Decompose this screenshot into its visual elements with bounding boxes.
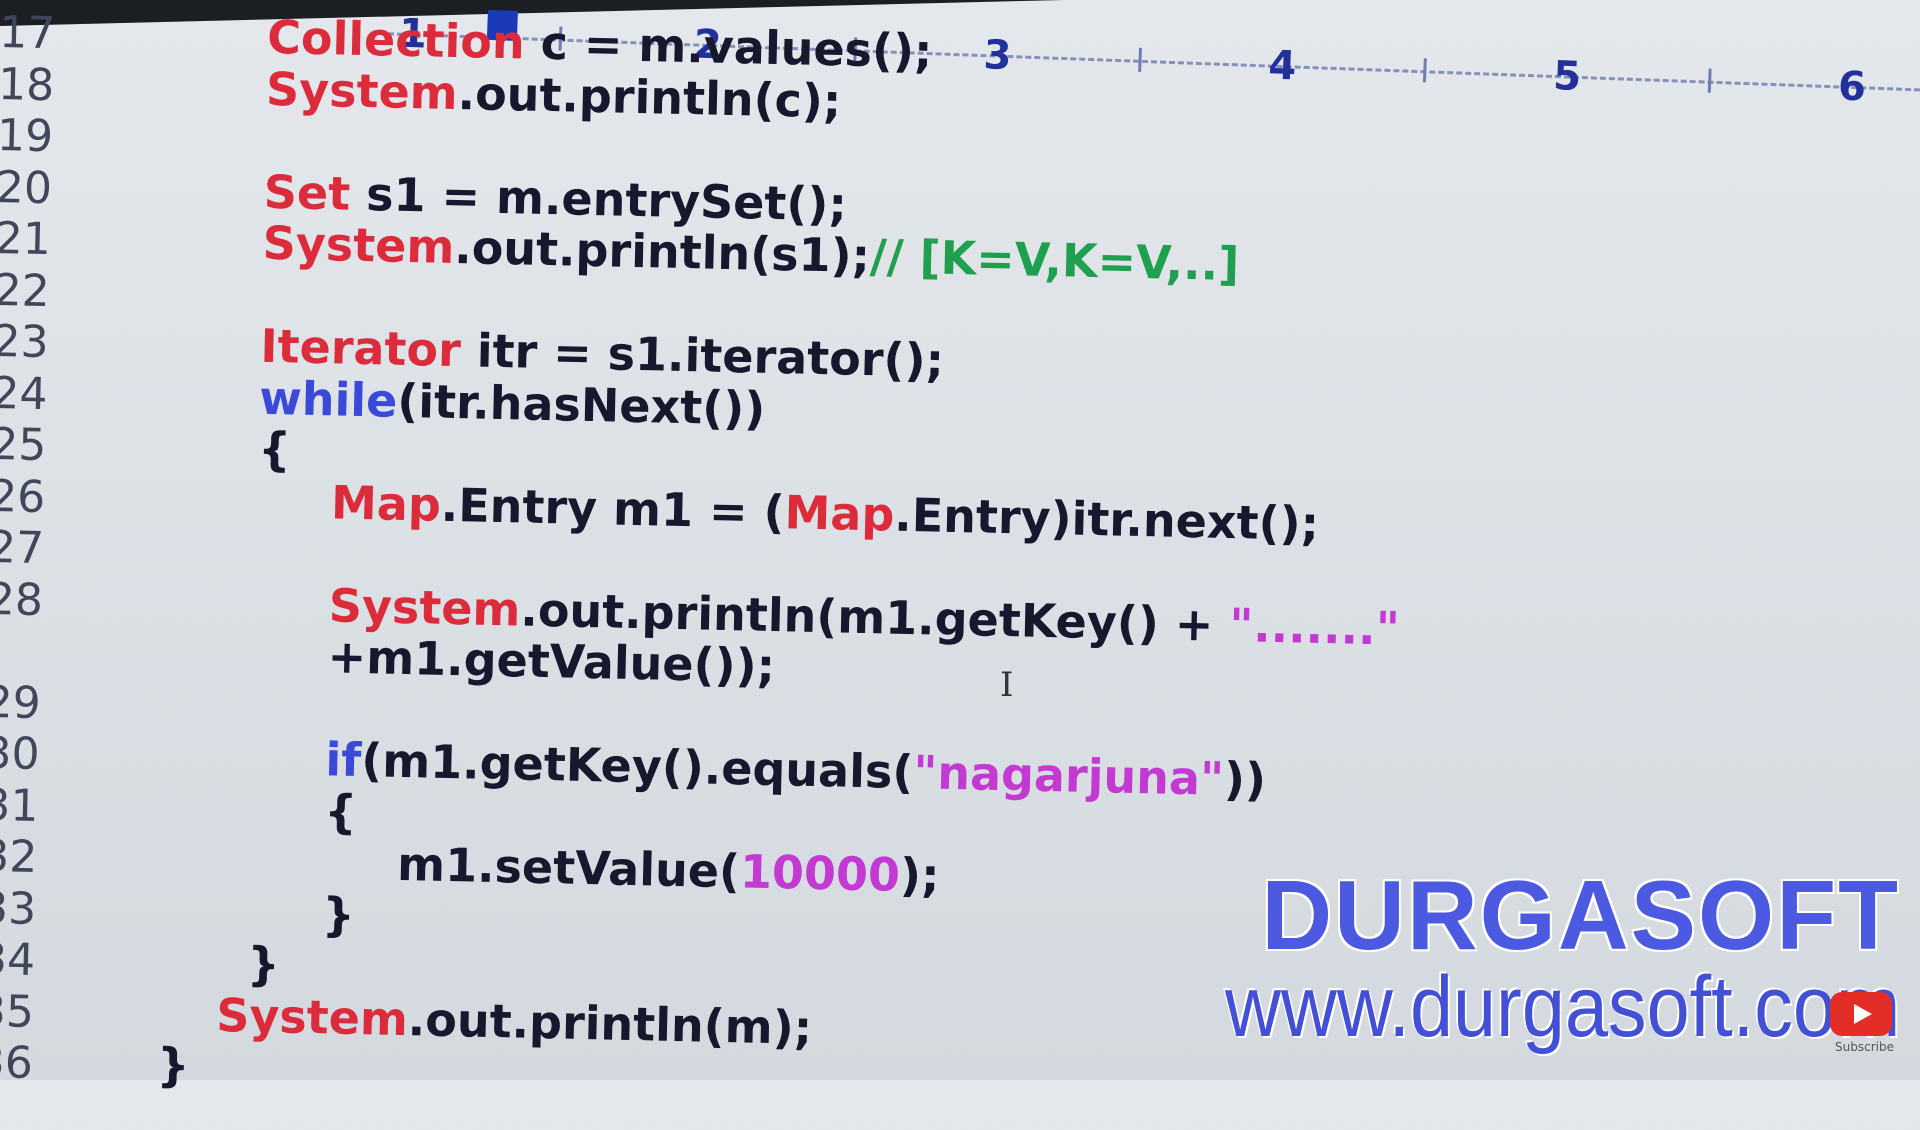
code-token: { bbox=[323, 783, 358, 839]
code-text: Map.Entry m1 = (Map.Entry)itr.next(); bbox=[331, 475, 1320, 551]
code-token: .out.println(c); bbox=[457, 65, 842, 128]
control-keyword-token: while bbox=[258, 370, 398, 428]
line-number: 24 bbox=[0, 367, 48, 420]
code-token: .out.println(m); bbox=[407, 991, 813, 1055]
code-text: while(itr.hasNext()) bbox=[259, 370, 766, 435]
code-text: } bbox=[246, 937, 280, 992]
code-text: System.out.println(c); bbox=[266, 61, 842, 128]
keyword-token: Collection bbox=[266, 9, 526, 70]
keyword-token: System bbox=[328, 577, 522, 636]
line-number: 23 bbox=[0, 315, 50, 369]
keyword-token: Iterator bbox=[259, 318, 462, 378]
line-number: 19 bbox=[0, 109, 54, 163]
code-line[interactable]: 31 { bbox=[0, 776, 358, 838]
line-number: 36 bbox=[0, 1036, 34, 1089]
code-token: )) bbox=[1223, 751, 1267, 807]
code-text: } bbox=[322, 887, 356, 942]
code-line[interactable]: 29 bbox=[0, 673, 75, 729]
code-token: ); bbox=[899, 847, 941, 903]
line-number: 35 bbox=[0, 985, 35, 1038]
line-number: 29 bbox=[0, 676, 42, 729]
line-number: 20 bbox=[0, 161, 53, 214]
code-text: { bbox=[324, 784, 358, 839]
code-line[interactable]: 17 Collection c = m.values(); bbox=[0, 4, 933, 78]
code-token: .out.println(s1); bbox=[453, 219, 871, 284]
keyword-token: Set bbox=[263, 164, 351, 221]
keyword-token: Map bbox=[330, 474, 442, 532]
code-line[interactable]: 19 bbox=[0, 107, 88, 163]
code-token: .Entry m1 = ( bbox=[440, 477, 786, 539]
code-line[interactable]: 35 System.out.println(m); bbox=[0, 982, 813, 1054]
code-line[interactable]: 25 { bbox=[0, 416, 292, 477]
code-text: if(m1.getKey().equals("nagarjuna")) bbox=[325, 732, 1267, 807]
code-line[interactable]: 33} bbox=[0, 879, 355, 941]
code-token: { bbox=[257, 421, 292, 477]
code-line[interactable]: 30 if(m1.getKey().equals("nagarjuna")) bbox=[0, 725, 1267, 807]
subscribe-label: Subscribe bbox=[1835, 1040, 1894, 1054]
code-line[interactable]: 20 Set s1 = m.entrySet(); bbox=[0, 158, 847, 231]
youtube-subscribe-icon[interactable] bbox=[1830, 992, 1892, 1036]
line-number: 17 bbox=[0, 6, 56, 60]
code-token: (m1.getKey().equals( bbox=[360, 733, 914, 800]
code-token: m1.setValue( bbox=[396, 836, 741, 899]
literal-token: "......." bbox=[1228, 597, 1401, 656]
code-line[interactable]: 22 bbox=[0, 261, 84, 317]
code-text: System.out.println(s1);// [K=V,K=V,..] bbox=[262, 216, 1240, 291]
line-number: 28 bbox=[0, 573, 44, 626]
comment-token: // [K=V,K=V,..] bbox=[869, 229, 1240, 292]
line-number: 18 bbox=[0, 58, 55, 111]
watermark-url: www.durgasoft.com bbox=[1224, 959, 1900, 1055]
line-number bbox=[0, 665, 75, 667]
literal-token: 10000 bbox=[739, 844, 901, 902]
control-keyword-token: if bbox=[324, 732, 362, 788]
code-line[interactable]: 18 System.out.println(c); bbox=[0, 55, 842, 127]
code-text: m1.setValue(10000); bbox=[397, 837, 940, 903]
line-number: 26 bbox=[0, 470, 46, 523]
code-line[interactable]: 28 System.out.println(m1.getKey() + "....… bbox=[0, 570, 1400, 655]
code-line[interactable]: 21 System.out.println(s1);// [K=V,K=V,..] bbox=[0, 210, 1240, 291]
keyword-token: Map bbox=[784, 484, 895, 542]
code-text: +m1.getValue()); bbox=[327, 629, 775, 693]
code-text: { bbox=[258, 422, 292, 477]
line-number: 22 bbox=[0, 264, 51, 317]
code-token: } bbox=[246, 936, 281, 992]
code-text: System.out.println(m); bbox=[216, 987, 813, 1054]
code-line[interactable]: 34} bbox=[0, 931, 280, 992]
code-line[interactable]: 32 m1.setValue(10000); bbox=[0, 828, 940, 903]
code-token: (itr.hasNext()) bbox=[396, 373, 766, 436]
line-number: 27 bbox=[0, 521, 45, 575]
line-number: 30 bbox=[0, 727, 41, 781]
keyword-token: System bbox=[262, 215, 455, 274]
line-number: 32 bbox=[0, 830, 38, 884]
code-line[interactable]: 27 bbox=[0, 519, 79, 575]
code-token: } bbox=[156, 1037, 191, 1093]
watermark: DURGASOFT www.durgasoft.com bbox=[1150, 866, 1900, 1050]
code-token: } bbox=[321, 886, 356, 942]
literal-token: "nagarjuna" bbox=[912, 745, 1225, 806]
line-number: 31 bbox=[0, 779, 39, 832]
keyword-token: System bbox=[215, 987, 409, 1046]
line-number: 33 bbox=[0, 882, 37, 935]
code-text: } bbox=[156, 1038, 190, 1093]
line-number: 34 bbox=[0, 933, 36, 986]
line-number: 21 bbox=[0, 212, 52, 266]
text-cursor-icon: I bbox=[1000, 665, 1014, 705]
code-line[interactable]: +m1.getValue()); bbox=[0, 622, 775, 693]
keyword-token: System bbox=[265, 61, 459, 120]
watermark-name: DURGASOFT bbox=[1261, 860, 1900, 970]
code-line[interactable]: 23 Iterator itr = s1.iterator(); bbox=[0, 313, 945, 388]
code-token: .Entry)itr.next(); bbox=[893, 487, 1320, 551]
code-line[interactable]: 24 while(itr.hasNext()) bbox=[0, 364, 766, 435]
code-line[interactable]: 26 Map.Entry m1 = (Map.Entry)itr.next(); bbox=[0, 467, 1320, 550]
line-number: 25 bbox=[0, 418, 47, 472]
code-token: +m1.getValue()); bbox=[327, 629, 776, 694]
